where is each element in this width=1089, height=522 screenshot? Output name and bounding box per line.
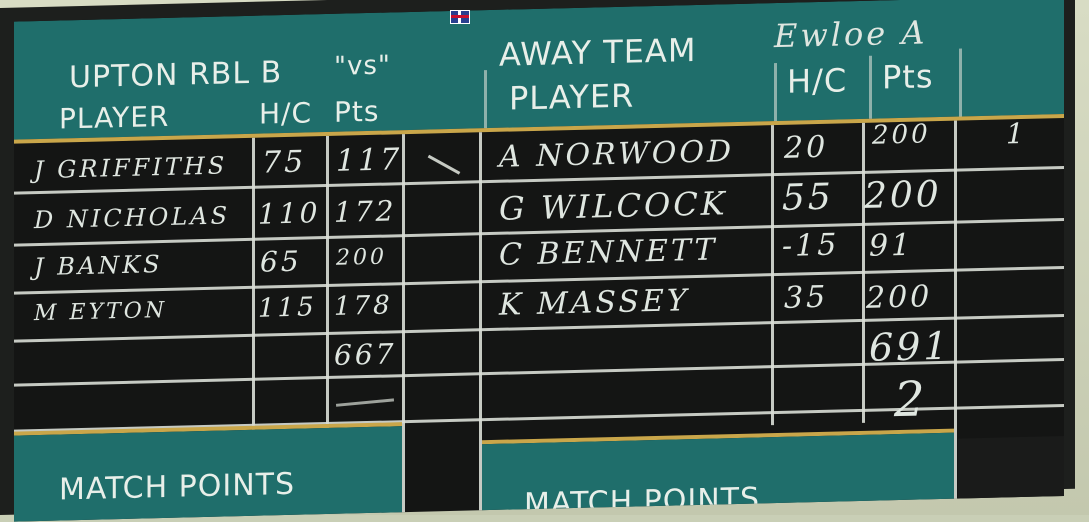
away-total: 691 [869,323,951,370]
home-pts-1: 117 [336,142,403,179]
grid-line [954,120,957,501]
chalkboard: UPTON RBL B "vs" AWAY TEAM Ewloe A PLAYE… [14,0,1064,522]
away-pts-4: 200 [866,279,933,316]
away-hc-header: H/C [787,61,848,101]
home-pts-header: Pts [334,94,380,129]
home-hc-4: 115 [258,292,317,324]
home-pts-2: 172 [334,194,397,229]
grid-line [252,137,255,430]
away-player-4: K MASSEY [499,283,690,323]
grid-line [326,135,329,429]
home-hc-1: 75 [262,144,307,181]
tick-mark [427,154,461,175]
away-pts-3: 91 [869,227,914,264]
away-player-header: PLAYER [509,76,635,118]
home-hc-2: 110 [258,196,321,231]
away-team-label: AWAY TEAM [499,30,697,74]
away-hc-4: 35 [784,279,829,316]
union-jack-sticker [450,10,470,24]
away-player-1: A NORWOOD [499,134,735,175]
frame-mark: 1 [1006,116,1027,151]
away-pts-header: Pts [882,57,934,97]
away-player-3: C BENNETT [499,232,718,273]
grid-line [771,125,774,426]
home-pts-4: 178 [334,290,393,322]
home-player-3: J BANKS [34,250,163,282]
home-hc-header: H/C [259,96,313,131]
vs-label: "vs" [334,50,391,82]
header-separator [959,48,962,117]
away-hc-2: 55 [782,176,834,219]
home-hc-3: 65 [260,244,302,279]
header-separator [484,70,487,129]
grid-line [402,134,405,515]
header-separator [869,55,872,119]
scoreboard-frame: UPTON RBL B "vs" AWAY TEAM Ewloe A PLAYE… [0,0,1075,522]
match-points-label-right: MATCH POINTS [524,481,761,522]
away-pts-1: 200 [872,119,931,151]
match-points-label-left: MATCH POINTS [59,466,296,508]
away-hc-1: 20 [784,129,829,166]
home-player-1: J GRIFFITHS [34,151,228,185]
home-player-2: D NICHOLAS [34,201,231,235]
home-team-title: UPTON RBL B [69,55,283,96]
away-match-points-value: 2 [894,371,928,429]
home-player-header: PLAYER [59,99,170,136]
away-hc-3: -15 [782,227,840,264]
home-player-4: M EYTON [34,297,168,327]
away-team-name: Ewloe A [774,13,928,56]
grid-line [862,122,865,423]
away-pts-2: 200 [864,173,942,217]
header-separator [774,63,777,122]
away-player-2: G WILCOCK [499,184,728,228]
home-pts-3: 200 [336,244,387,271]
home-total: 667 [334,337,397,372]
home-total-underline [335,398,395,407]
